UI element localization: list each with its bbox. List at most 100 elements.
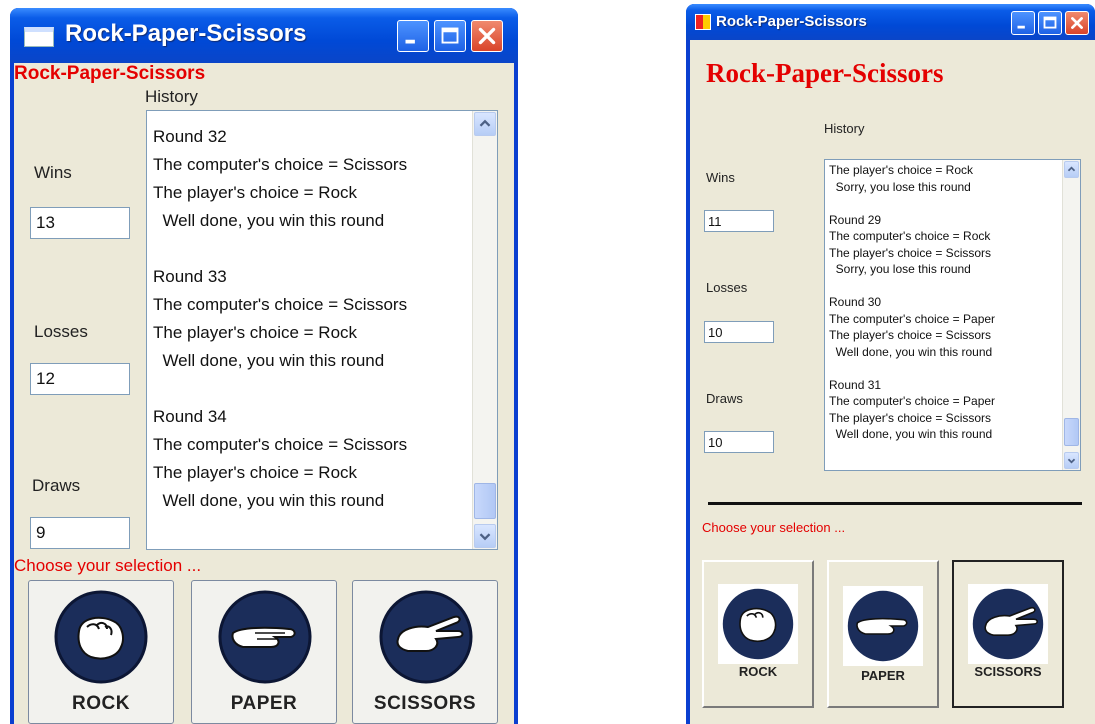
paper-button[interactable]: PAPER [827,560,939,708]
history-line: Well done, you win this round [153,351,385,370]
window-2-client: Rock-Paper-Scissors History Wins 11 Loss… [690,40,1095,724]
selection-prompt: Choose your selection ... [702,520,846,535]
scroll-up-button[interactable] [1064,161,1079,178]
paper-button[interactable]: PAPER [191,580,337,724]
history-scrollbar[interactable] [1062,160,1080,470]
selection-prompt: Choose your selection ... [14,556,202,575]
window-1-title: Rock-Paper-Scissors [65,20,307,47]
scroll-down-icon [479,533,491,541]
history-line [153,235,407,263]
history-line: Well done, you win this round [829,344,993,359]
scissors-button[interactable]: SCISSORS [352,580,498,724]
minimize-button[interactable] [397,20,429,52]
history-line: Round 29 [829,212,882,227]
game-window-1: Rock-Paper-Scissors Rock-Paper-Scissors … [10,8,518,724]
scroll-down-button[interactable] [1064,452,1079,469]
game-window-2: Rock-Paper-Scissors Rock-Paper-Scissors … [686,4,1095,724]
history-line: Sorry, you lose this round [829,262,971,276]
history-line [153,375,407,403]
scroll-up-icon [479,119,491,127]
history-line: Round 33 [153,267,227,286]
draws-field[interactable]: 9 [30,517,130,549]
draws-field[interactable]: 10 [704,431,774,453]
history-line: Round 31 [829,377,882,392]
history-line [829,360,995,377]
close-button[interactable] [471,20,503,52]
history-line: Well done, you win this round [153,491,385,510]
wins-label: Wins [706,170,735,185]
history-line: The player's choice = Rock [153,183,358,202]
scroll-thumb[interactable] [474,483,496,519]
history-line: The computer's choice = Rock [829,229,991,243]
history-line: The computer's choice = Paper [829,394,996,408]
history-line: Round 30 [829,295,882,309]
history-line: The player's choice = Rock [153,323,358,342]
history-label: History [824,121,865,136]
rock-caption: ROCK [72,693,130,714]
minimize-icon [1017,25,1025,29]
rock-caption: ROCK [738,664,778,679]
rock-button[interactable]: ROCK [28,580,174,724]
divider-line [708,502,1082,505]
scroll-up-button[interactable] [474,112,496,136]
history-line: The player's choice = Scissors [829,328,992,342]
window-1-titlebar[interactable]: Rock-Paper-Scissors [10,8,518,63]
history-box[interactable]: Round 32 The computer's choice = Scissor… [146,110,498,550]
history-line: Sorry, you lose this round [829,179,971,194]
history-line: The computer's choice = Scissors [153,295,408,314]
scissors-caption: SCISSORS [974,664,1042,679]
history-line: Well done, you win this round [829,427,993,441]
scissors-hand-icon [379,590,473,684]
paper-caption: PAPER [230,693,298,714]
maximize-icon [1043,16,1057,29]
history-box[interactable]: The player's choice = Rock Sorry, you lo… [824,159,1081,471]
app-window-icon [24,27,54,47]
scroll-thumb[interactable] [1064,418,1079,446]
minimize-icon [405,39,415,44]
maximize-icon [441,27,459,44]
losses-field[interactable]: 10 [704,321,774,343]
history-line: The computer's choice = Paper [829,311,996,326]
history-line: The computer's choice = Scissors [153,155,408,174]
scissors-caption: SCISSORS [373,693,477,714]
draws-label: Draws [706,391,743,406]
rock-fist-icon [718,584,798,664]
maximize-button[interactable] [1038,11,1062,35]
losses-field[interactable]: 12 [30,363,130,395]
window-2-title: Rock-Paper-Scissors [716,13,867,30]
history-label: History [145,87,198,106]
history-line: The player's choice = Rock [829,163,974,177]
history-line: Well done, you win this round [153,211,385,230]
scroll-down-icon [1067,458,1076,464]
app-heading: Rock-Paper-Scissors [14,63,206,84]
scissors-button[interactable]: SCISSORS [952,560,1064,708]
history-line: The player's choice = Scissors [829,410,992,425]
paper-hand-icon [843,586,923,666]
wins-field[interactable]: 11 [704,210,774,232]
app-window-icon [695,14,711,30]
paper-hand-icon [218,590,312,684]
history-line [829,278,995,295]
history-lines: The player's choice = Rock Sorry, you lo… [829,162,995,443]
draws-label: Draws [32,476,81,495]
wins-field[interactable]: 13 [30,207,130,239]
window-2-titlebar[interactable]: Rock-Paper-Scissors [686,4,1095,40]
history-line: Round 32 [153,127,227,146]
rock-fist-icon [54,590,148,684]
app-heading: Rock-Paper-Scissors [706,58,944,88]
minimize-button[interactable] [1011,11,1035,35]
history-line: Round 34 [153,407,227,426]
close-button[interactable] [1065,11,1089,35]
history-lines: Round 32 The computer's choice = Scissor… [153,123,407,515]
paper-caption: PAPER [861,668,905,683]
maximize-button[interactable] [434,20,466,52]
scroll-down-button[interactable] [474,524,496,548]
rock-button[interactable]: ROCK [702,560,814,708]
window-1-client: Rock-Paper-Scissors History Wins 13 Loss… [14,63,514,724]
history-line: The player's choice = Scissors [829,245,992,260]
history-line: The computer's choice = Scissors [153,435,408,454]
history-line [829,195,995,212]
losses-label: Losses [34,322,88,341]
close-icon [478,27,496,45]
history-scrollbar[interactable] [472,111,497,549]
